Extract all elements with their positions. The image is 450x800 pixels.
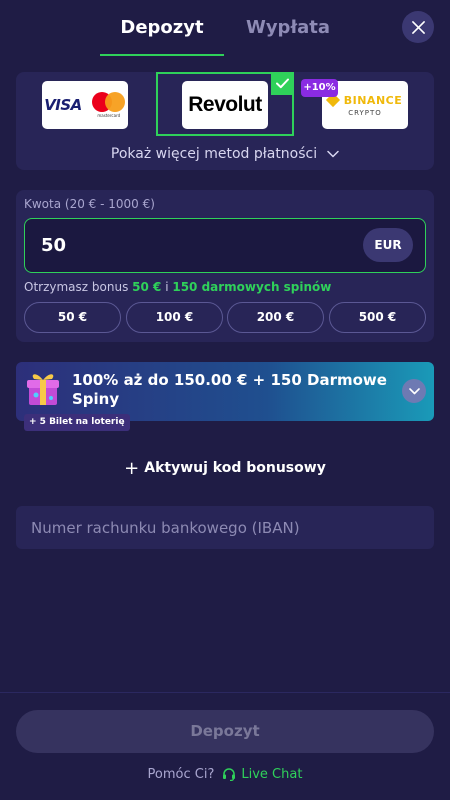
- live-chat-link[interactable]: Live Chat: [222, 767, 302, 782]
- quick-amount-button[interactable]: 500 €: [329, 302, 426, 333]
- binance-logo: BINANCE CRYPTO: [325, 92, 403, 117]
- bonus-info-spins: 150 darmowych spinów: [172, 280, 332, 294]
- mastercard-label: mastercard: [97, 113, 121, 118]
- footer-divider: [0, 692, 450, 693]
- amount-input[interactable]: 50 EUR: [24, 218, 426, 273]
- bonus-info-prefix: Otrzymasz bonus: [24, 280, 133, 294]
- activate-bonus-code-button[interactable]: + Aktywuj kod bonusowy: [0, 456, 450, 480]
- payment-methods-panel: VISA mastercard Revolut BINANCE CRYPTO +…: [16, 72, 434, 170]
- help-text: Pomóc Ci?: [147, 766, 215, 782]
- amount-label: Kwota (20 € - 1000 €): [24, 197, 155, 211]
- chevron-down-icon: [408, 387, 420, 394]
- currency-button[interactable]: EUR: [363, 228, 413, 262]
- quick-amount-button[interactable]: 100 €: [126, 302, 223, 333]
- selected-check-badge: [271, 72, 294, 95]
- bonus-info-join: i: [161, 280, 173, 294]
- binance-name: BINANCE: [343, 93, 403, 107]
- amount-value[interactable]: 50: [41, 219, 66, 272]
- promo-badge: +10%: [301, 79, 338, 97]
- headset-icon: [223, 768, 236, 781]
- lottery-ticket-badge: + 5 Bilet na loterię: [24, 414, 130, 431]
- method-card-revolut[interactable]: Revolut: [182, 81, 268, 129]
- bonus-info: Otrzymasz bonus 50 € i 150 darmowych spi…: [24, 280, 331, 294]
- bonus-title: 100% aż do 150.00 € + 150 Darmowe Spiny: [72, 371, 387, 408]
- close-icon: [411, 20, 425, 34]
- bonus-offer-banner[interactable]: 100% aż do 150.00 € + 150 Darmowe Spiny: [16, 362, 434, 421]
- tab-withdrawal[interactable]: Wypłata: [236, 0, 340, 56]
- expand-bonus-button[interactable]: [402, 379, 426, 403]
- show-more-methods-button[interactable]: Pokaż więcej metod płatności: [16, 137, 434, 170]
- amount-panel: Kwota (20 € - 1000 €) 50 EUR Otrzymasz b…: [16, 190, 434, 342]
- method-card-visa-mastercard[interactable]: VISA mastercard: [42, 81, 128, 129]
- gift-icon: [27, 374, 59, 405]
- tab-deposit[interactable]: Depozyt: [100, 0, 224, 56]
- deposit-submit-button[interactable]: Depozyt: [16, 710, 434, 753]
- show-more-methods-label: Pokaż więcej metod płatności: [110, 145, 318, 162]
- live-chat-label: Live Chat: [241, 766, 303, 782]
- help-row: Pomóc Ci? Live Chat: [0, 763, 450, 785]
- check-icon: [276, 78, 289, 89]
- close-button[interactable]: [402, 11, 434, 43]
- activate-bonus-code-label: Aktywuj kod bonusowy: [144, 460, 326, 476]
- iban-input[interactable]: [16, 506, 434, 549]
- revolut-logo: Revolut: [188, 93, 262, 116]
- chevron-down-icon: [327, 150, 339, 157]
- quick-amount-button[interactable]: 50 €: [24, 302, 121, 333]
- plus-icon: +: [124, 457, 140, 479]
- binance-sub: CRYPTO: [348, 108, 382, 117]
- visa-logo: VISA: [44, 96, 82, 114]
- bonus-info-amount: 50 €: [132, 280, 162, 294]
- header: Depozyt Wypłata: [0, 0, 450, 58]
- mastercard-logo: mastercard: [91, 90, 126, 120]
- quick-amount-button[interactable]: 200 €: [227, 302, 324, 333]
